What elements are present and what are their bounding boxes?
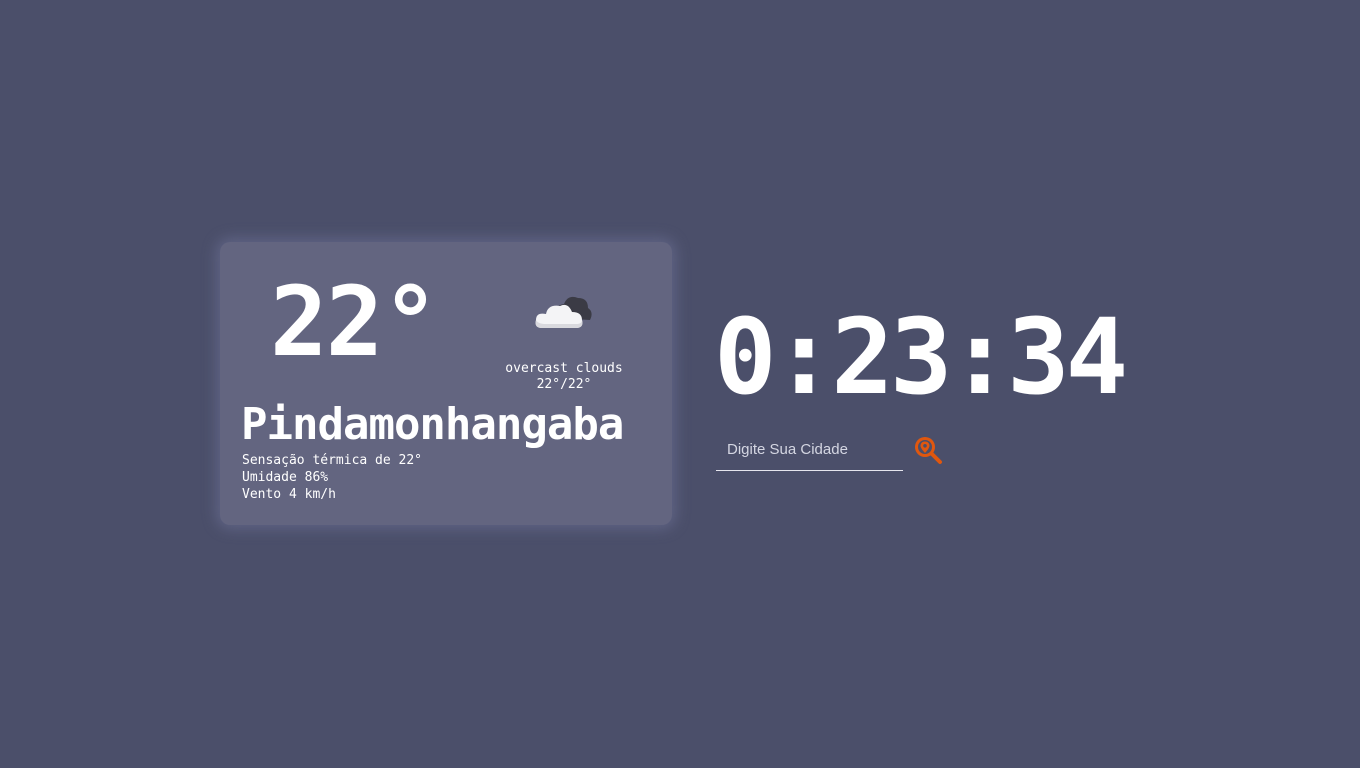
location-search-icon bbox=[915, 437, 942, 464]
wind-speed: Vento 4 km/h bbox=[242, 487, 336, 502]
search-button[interactable] bbox=[912, 434, 944, 466]
feels-like: Sensação térmica de 22° bbox=[242, 453, 423, 468]
weather-card: 22° overcast clouds 22°/22° Pindamonhang… bbox=[220, 242, 672, 525]
weather-condition: overcast clouds bbox=[505, 361, 623, 376]
humidity: Umidade 86% bbox=[242, 470, 329, 485]
digital-clock: 0:23:34 bbox=[714, 296, 1128, 418]
current-temperature: 22° bbox=[270, 266, 439, 378]
weather-description: overcast clouds 22°/22° bbox=[504, 361, 624, 393]
city-name: Pindamonhangaba bbox=[241, 399, 624, 450]
page: 22° overcast clouds 22°/22° Pindamonhang… bbox=[0, 0, 1360, 768]
city-search-input[interactable] bbox=[716, 428, 903, 471]
overcast-clouds-icon bbox=[535, 296, 592, 328]
city-search bbox=[716, 428, 956, 474]
weather-details: Sensação térmica de 22° Umidade 86% Vent… bbox=[242, 452, 422, 503]
min-max-temperature: 22°/22° bbox=[536, 377, 592, 392]
